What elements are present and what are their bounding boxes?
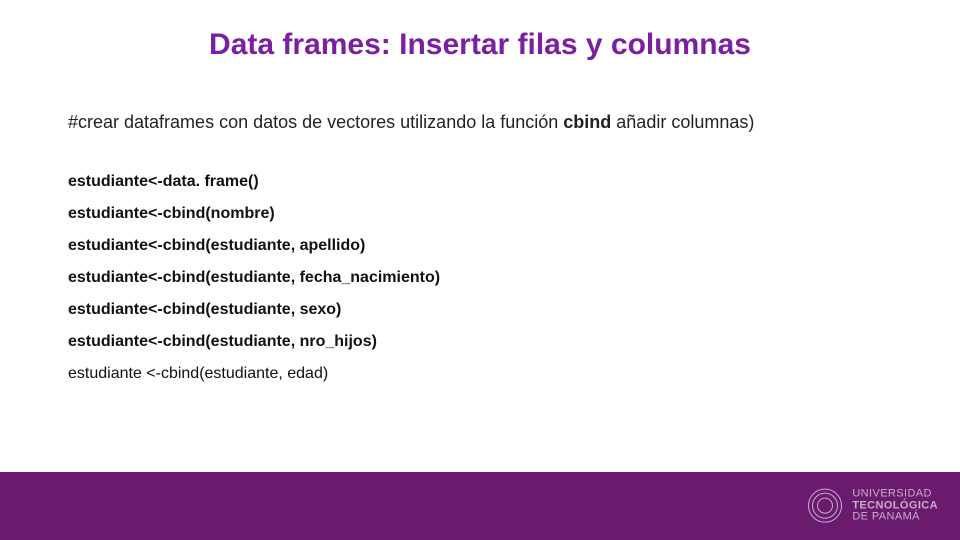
slide: Data frames: Insertar filas y columnas #… [0, 0, 960, 540]
logo-line-1: UNIVERSIDAD [852, 489, 938, 501]
code-line: estudiante<-cbind(estudiante, sexo) [68, 301, 892, 319]
code-line: estudiante<-cbind(estudiante, fecha_naci… [68, 269, 892, 287]
comment-suffix: añadir columnas) [611, 112, 754, 132]
footer-bar: UNIVERSIDAD TECNOLÓGICA DE PANAMÁ [0, 472, 960, 540]
logo-text: UNIVERSIDAD TECNOLÓGICA DE PANAMÁ [852, 489, 938, 524]
code-line: estudiante <-cbind(estudiante, edad) [68, 365, 892, 383]
comment-keyword: cbind [563, 112, 611, 132]
code-line: estudiante<-cbind(estudiante, apellido) [68, 237, 892, 255]
comment-line: #crear dataframes con datos de vectores … [68, 112, 892, 133]
slide-body: #crear dataframes con datos de vectores … [68, 112, 892, 397]
university-logo: UNIVERSIDAD TECNOLÓGICA DE PANAMÁ [808, 489, 938, 524]
code-line: estudiante<-cbind(estudiante, nro_hijos) [68, 333, 892, 351]
code-line: estudiante<-data. frame() [68, 173, 892, 191]
slide-title: Data frames: Insertar filas y columnas [0, 28, 960, 62]
logo-line-3: DE PANAMÁ [852, 512, 938, 524]
comment-prefix: #crear dataframes con datos de vectores … [68, 112, 563, 132]
code-line: estudiante<-cbind(nombre) [68, 205, 892, 223]
seal-icon [808, 489, 842, 523]
